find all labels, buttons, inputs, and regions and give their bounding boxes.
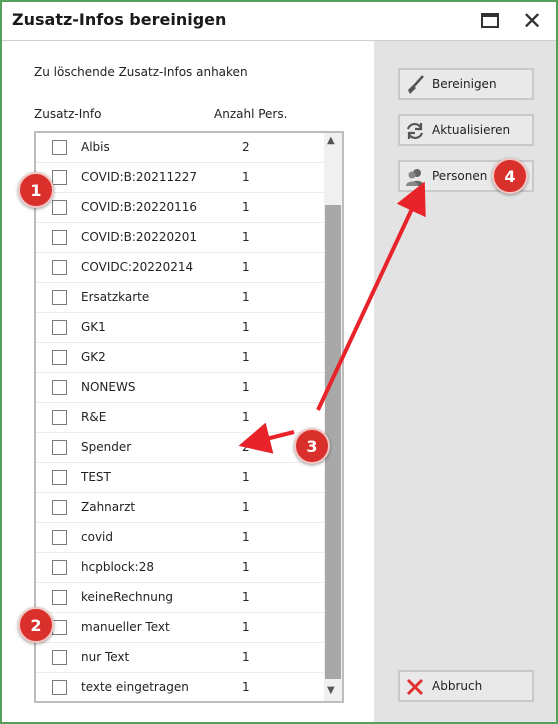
annotation-badge-4: 4 [492,158,528,194]
arrow-to-personen [316,181,426,411]
annotation-arrows [238,181,426,454]
annotation-badge-1: 1 [18,172,54,208]
arrow-to-spender [238,422,295,454]
annotation-badge-2: 2 [18,607,54,643]
annotation-badge-3: 3 [294,428,330,464]
